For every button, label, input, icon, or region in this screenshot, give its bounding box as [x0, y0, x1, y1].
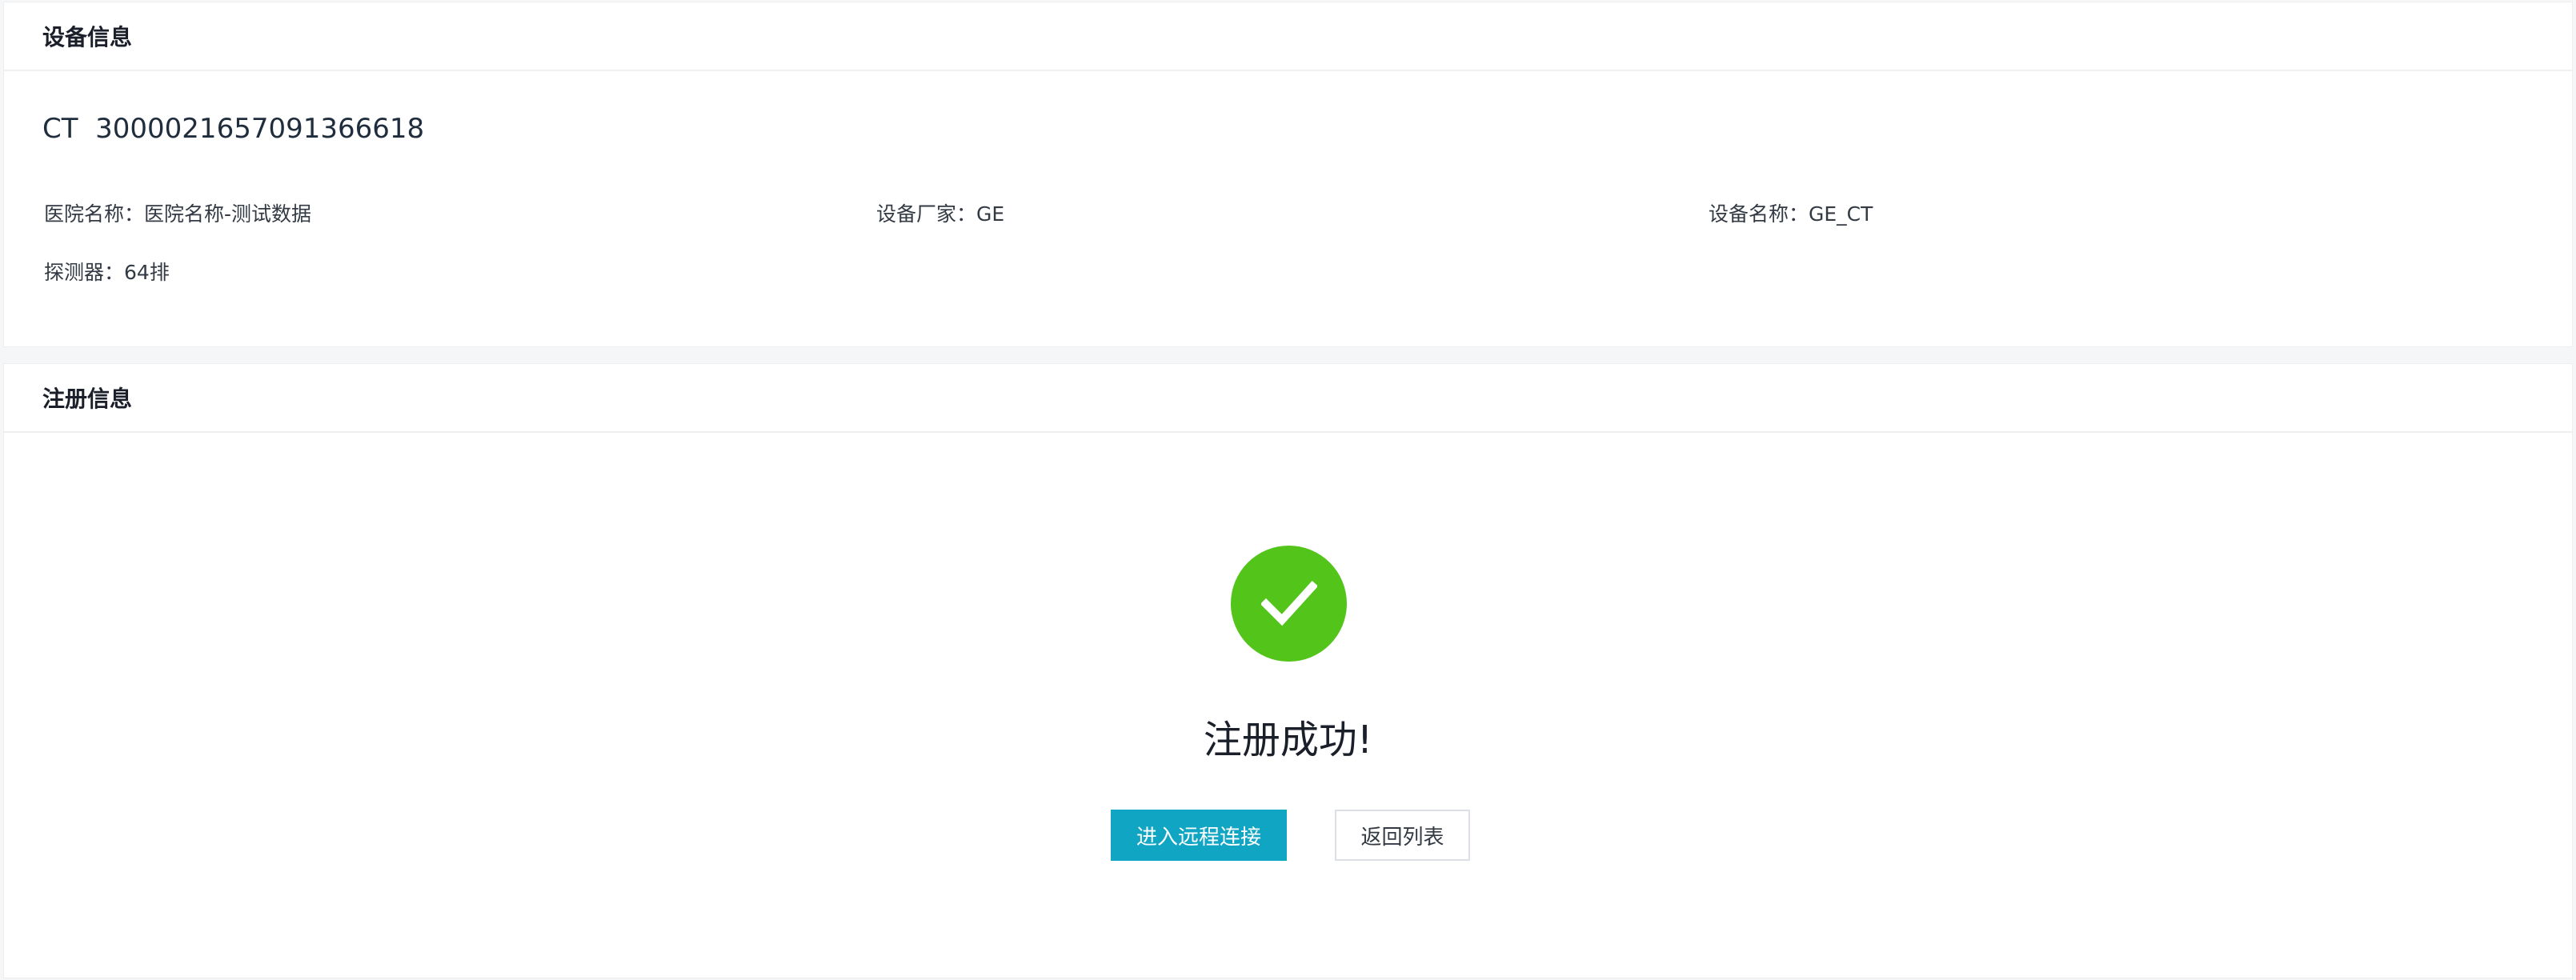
- device-info-card: 设备信息 CT 3000021657091366618 医院名称：医院名称-测试…: [3, 2, 2573, 347]
- device-code-heading: CT 3000021657091366618: [42, 113, 424, 145]
- vendor-value: GE: [976, 202, 1005, 226]
- hospital-name-field: 医院名称：医院名称-测试数据: [44, 198, 311, 227]
- device-info-header: 设备信息: [4, 2, 2572, 71]
- hospital-name-label: 医院名称：: [44, 202, 145, 226]
- device-name-field: 设备名称：GE_CT: [1709, 198, 1873, 227]
- enter-remote-connection-button[interactable]: 进入远程连接: [1111, 810, 1287, 861]
- check-circle-icon: [1231, 546, 1347, 662]
- device-type: CT: [42, 113, 78, 145]
- back-to-list-button[interactable]: 返回列表: [1335, 810, 1470, 861]
- device-info-title: 设备信息: [42, 24, 133, 50]
- hospital-name-value: 医院名称-测试数据: [144, 202, 312, 226]
- device-code: 3000021657091366618: [95, 113, 425, 145]
- device-name-value: GE_CT: [1809, 202, 1873, 226]
- registration-info-header: 注册信息: [4, 364, 2572, 433]
- device-name-label: 设备名称：: [1709, 202, 1809, 226]
- vendor-field: 设备厂家：GE: [876, 198, 1004, 227]
- detector-field: 探测器：64排: [44, 257, 170, 286]
- registration-info-title: 注册信息: [42, 386, 133, 412]
- success-message: 注册成功!: [1203, 718, 1373, 762]
- registration-info-card: 注册信息 注册成功! 进入远程连接 返回列表: [3, 363, 2573, 978]
- vendor-label: 设备厂家：: [876, 202, 977, 226]
- detector-value: 64排: [124, 261, 170, 284]
- checkmark-icon: [1260, 580, 1317, 626]
- detector-label: 探测器：: [44, 261, 125, 284]
